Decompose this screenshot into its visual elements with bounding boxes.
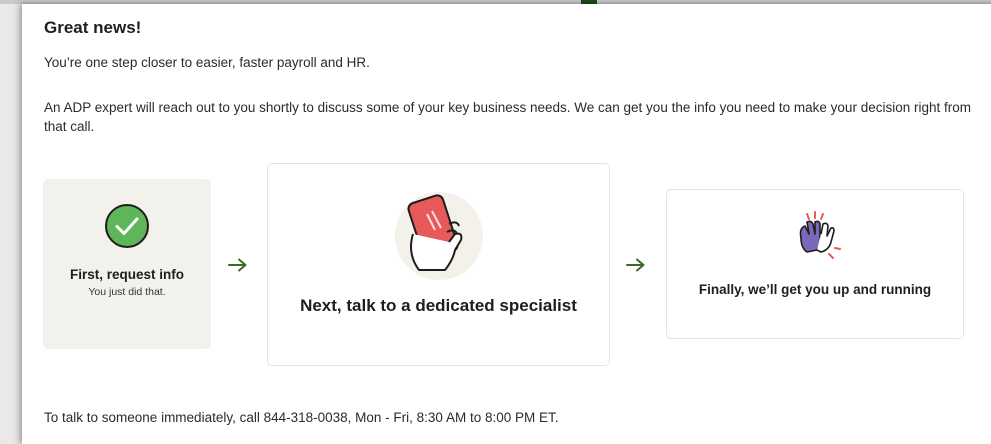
step-subtitle: You just did that. xyxy=(88,286,166,298)
step-title: Finally, we’ll get you up and running xyxy=(698,282,932,297)
step-card-specialist: Next, talk to a dedicated specialist xyxy=(267,163,610,366)
high-five-icon xyxy=(799,211,841,259)
arrow-right-icon xyxy=(228,258,247,272)
step-title: First, request info xyxy=(69,267,184,282)
confirmation-panel: Great news! You’re one step closer to ea… xyxy=(22,4,991,444)
step-title: Next, talk to a dedicated specialist xyxy=(300,296,577,315)
page-title: Great news! xyxy=(44,18,142,37)
step-card-request-info: First, request info You just did that. xyxy=(43,179,211,349)
step-card-up-and-running: Finally, we’ll get you up and running xyxy=(666,189,964,339)
contact-text: To talk to someone immediately, call 844… xyxy=(44,410,559,425)
phone-in-hand-icon xyxy=(394,192,483,280)
check-circle-icon xyxy=(105,204,149,248)
intro-text: You’re one step closer to easier, faster… xyxy=(44,55,370,70)
details-text: An ADP expert will reach out to you shor… xyxy=(44,100,971,134)
arrow-right-icon xyxy=(626,258,645,272)
